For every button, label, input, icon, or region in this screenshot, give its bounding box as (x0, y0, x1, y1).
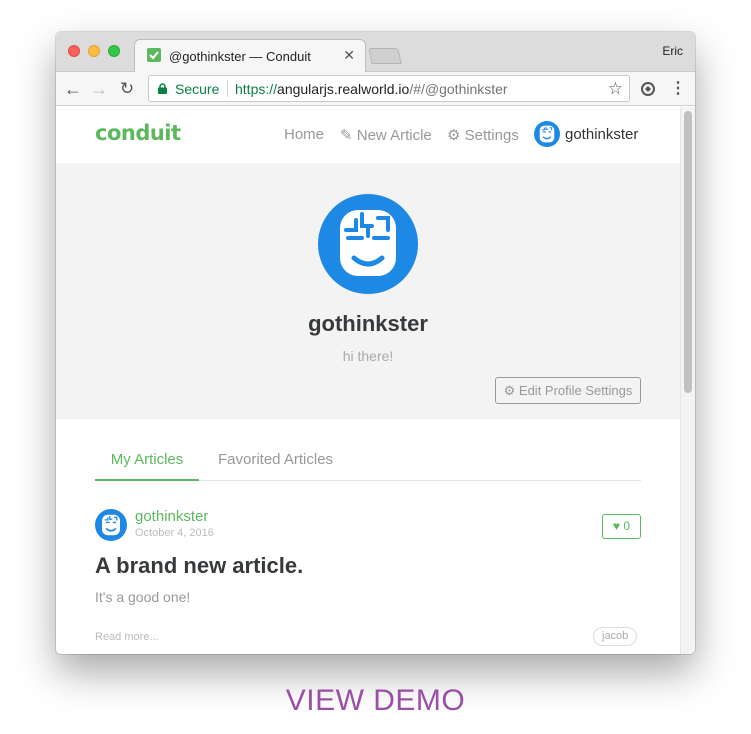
article-preview: gothinkster October 4, 2016 ♥ 0 A brand … (95, 505, 641, 654)
heart-icon: ♥ (612, 519, 621, 533)
close-window-button[interactable] (68, 45, 80, 57)
forward-arrow-icon[interactable]: → (88, 78, 110, 100)
browser-window: @gothinkster — Conduit ✕ Eric ← → ↻ Secu… (56, 32, 695, 654)
read-more-link[interactable]: Read more... (95, 631, 159, 643)
article-date: October 4, 2016 (135, 527, 214, 539)
tab-my-articles[interactable]: My Articles (95, 451, 199, 481)
tab-title: @gothinkster — Conduit (169, 49, 311, 64)
gear-icon: ⚙ (447, 127, 461, 144)
minimize-window-button[interactable] (88, 45, 100, 57)
conduit-favicon-icon (147, 48, 161, 62)
browser-tab[interactable]: @gothinkster — Conduit ✕ (134, 39, 366, 73)
edit-profile-settings-label: Edit Profile Settings (518, 383, 633, 398)
browser-toolbar: ← → ↻ Secure https://angularjs.realworld… (56, 72, 695, 106)
sync-extension-icon[interactable] (640, 81, 656, 97)
profile-name: gothinkster (308, 311, 428, 336)
article-author[interactable]: gothinkster (135, 508, 208, 525)
tab-strip: @gothinkster — Conduit ✕ Eric (56, 32, 695, 73)
address-separator (227, 80, 228, 97)
favorite-button[interactable]: ♥ 0 (602, 514, 641, 539)
profile-avatar (318, 194, 418, 294)
url-scheme: https:// (235, 81, 278, 97)
close-tab-icon[interactable]: ✕ (343, 47, 355, 64)
site-navbar: conduit Home ✎ New Article ⚙ Settings go… (56, 107, 680, 163)
article-description[interactable]: It's a good one! (95, 589, 190, 605)
compose-icon: ✎ (340, 127, 353, 144)
secure-label: Secure (175, 81, 220, 97)
address-bar[interactable]: Secure https://angularjs.realworld.io/#/… (148, 75, 630, 102)
nav-settings-label: Settings (464, 127, 519, 144)
avatar (534, 121, 560, 147)
article-title[interactable]: A brand new article. (95, 553, 303, 579)
tab-favorited-articles[interactable]: Favorited Articles (218, 451, 333, 468)
brand-logo[interactable]: conduit (95, 121, 181, 145)
nav-home[interactable]: Home (284, 126, 324, 143)
page-viewport: conduit Home ✎ New Article ⚙ Settings go… (56, 107, 695, 654)
scrollbar-thumb[interactable] (684, 111, 692, 393)
browser-profile-name[interactable]: Eric (662, 44, 683, 58)
lock-icon (158, 83, 167, 94)
edit-profile-settings-button[interactable]: ⚙ Edit Profile Settings (495, 377, 641, 404)
view-demo-link[interactable]: VIEW DEMO (0, 684, 751, 718)
nav-username: gothinkster (565, 126, 639, 143)
tag-pill[interactable]: jacob (593, 627, 638, 646)
nav-new-article-label: New Article (356, 127, 432, 144)
article-feed-tabs: My Articles Favorited Articles (95, 443, 641, 481)
url-host: angularjs.realworld.io (277, 81, 410, 97)
reload-icon[interactable]: ↻ (116, 78, 138, 100)
profile-banner: gothinkster hi there! ⚙ Edit Profile Set… (56, 163, 680, 419)
back-arrow-icon[interactable]: ← (62, 78, 84, 100)
new-tab-button[interactable] (368, 48, 402, 64)
nav-settings[interactable]: ⚙ Settings (447, 126, 519, 144)
gear-icon: ⚙ (503, 383, 516, 398)
bookmark-star-icon[interactable]: ☆ (608, 79, 623, 99)
url-path: /#/@gothinkster (409, 81, 508, 97)
zoom-window-button[interactable] (108, 45, 120, 57)
profile-bio: hi there! (342, 348, 394, 364)
author-avatar[interactable] (95, 509, 127, 541)
scrollbar[interactable] (680, 107, 695, 654)
favorite-count: 0 (623, 519, 631, 533)
url-text[interactable]: https://angularjs.realworld.io/#/@gothin… (235, 81, 508, 97)
kebab-menu-icon[interactable]: ⋮ (670, 78, 686, 98)
nav-new-article[interactable]: ✎ New Article (340, 126, 432, 144)
